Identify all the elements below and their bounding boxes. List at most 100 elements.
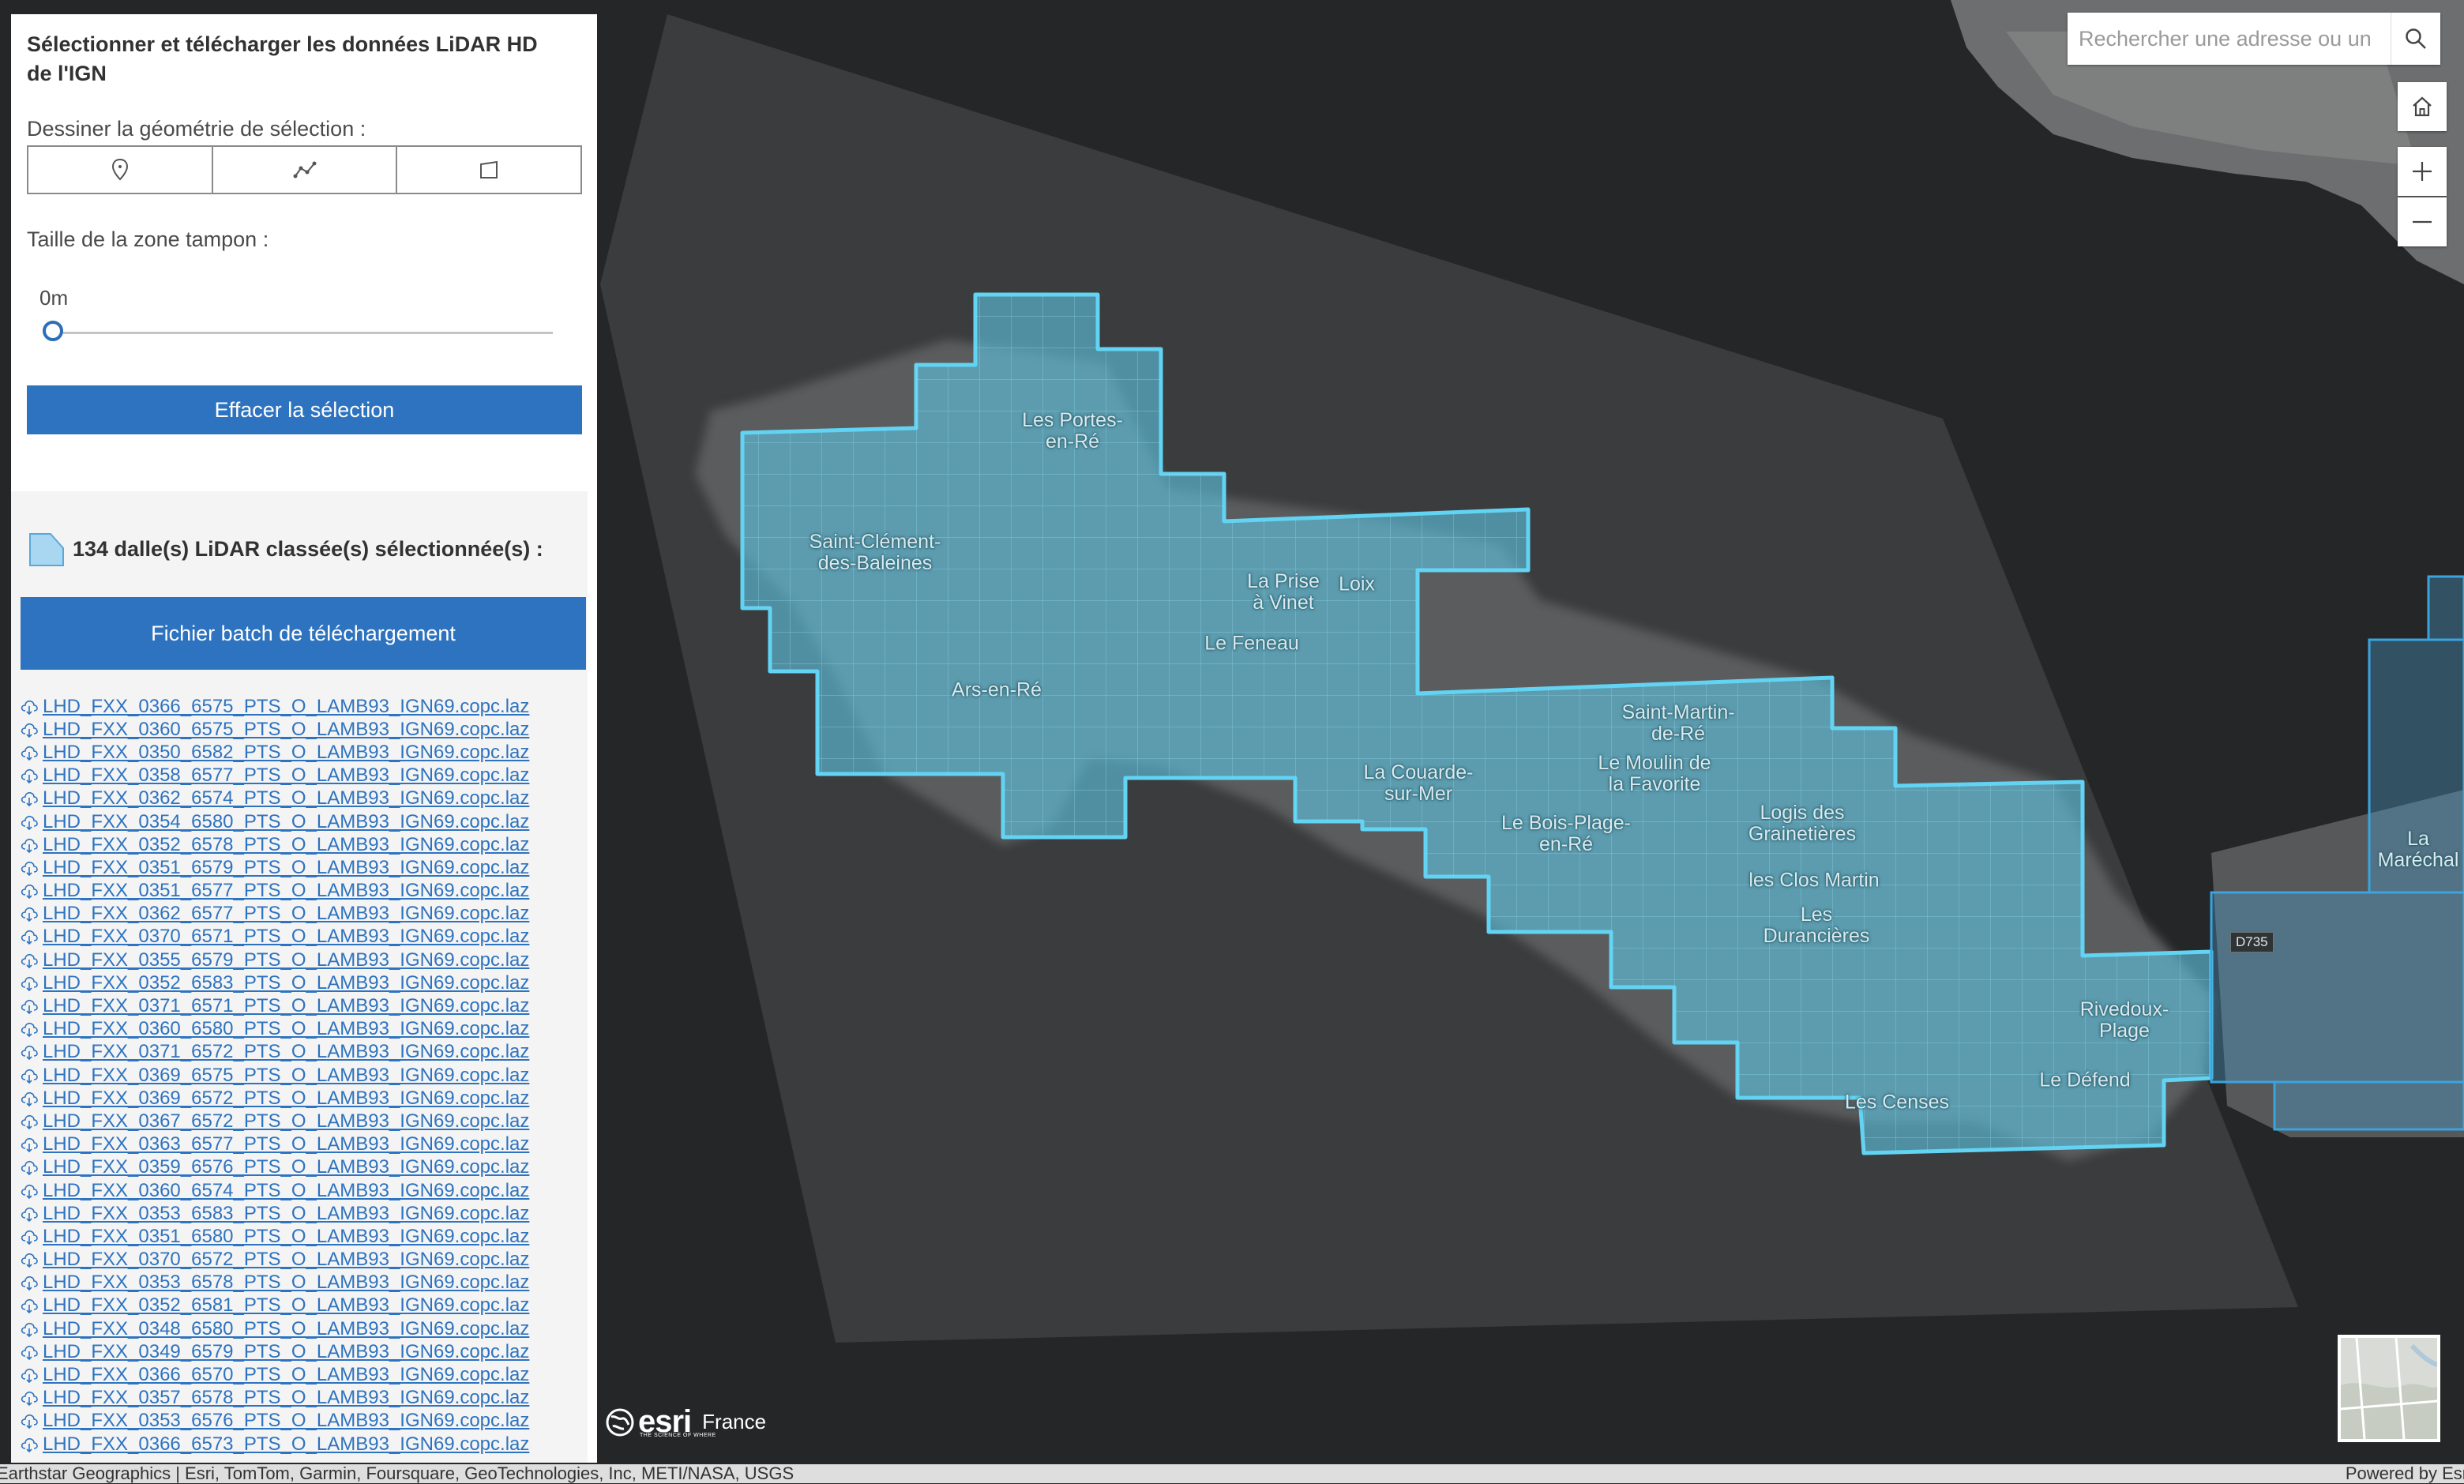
file-download-link[interactable]: LHD_FXX_0355_6579_PTS_O_LAMB93_IGN69.cop… [21,949,586,971]
file-name: LHD_FXX_0363_6577_PTS_O_LAMB93_IGN69.cop… [43,1133,530,1155]
esri-tagline: THE SCIENCE OF WHERE [640,1433,716,1438]
file-download-link[interactable]: LHD_FXX_0352_6581_PTS_O_LAMB93_IGN69.cop… [21,1294,586,1317]
place-label: Ars-en-Ré [952,678,1042,701]
file-download-link[interactable]: LHD_FXX_0360_6580_PTS_O_LAMB93_IGN69.cop… [21,1018,586,1041]
polygon-tool-icon [480,160,498,178]
esri-france-logo: esri THE SCIENCE OF WHERE France [605,1404,766,1440]
file-name: LHD_FXX_0366_6573_PTS_O_LAMB93_IGN69.cop… [43,1433,530,1455]
cloud-download-icon [21,746,38,761]
file-download-link[interactable]: LHD_FXX_0370_6572_PTS_O_LAMB93_IGN69.cop… [21,1249,586,1272]
buffer-slider-track[interactable] [55,332,553,334]
cloud-download-icon [21,1184,38,1199]
cloud-download-icon [21,769,38,784]
search-icon [2406,28,2426,49]
draw-geometry-label: Dessiner la géométrie de sélection : [27,117,366,141]
cloud-download-icon [21,885,38,900]
cloud-download-icon [21,1322,38,1337]
cloud-download-icon [21,861,38,876]
file-download-link[interactable]: LHD_FXX_0353_6576_PTS_O_LAMB93_IGN69.cop… [21,1410,586,1433]
cloud-download-icon [21,1437,38,1452]
file-download-link[interactable]: LHD_FXX_0357_6578_PTS_O_LAMB93_IGN69.cop… [21,1387,586,1410]
draw-point-button[interactable] [28,147,213,193]
powered-by[interactable]: Powered by Esri [2346,1463,2464,1484]
file-download-link[interactable]: LHD_FXX_0359_6576_PTS_O_LAMB93_IGN69.cop… [21,1156,586,1179]
cloud-download-icon [21,1046,38,1061]
file-download-link[interactable]: LHD_FXX_0366_6575_PTS_O_LAMB93_IGN69.cop… [21,695,586,718]
polyline-tool-icon [293,161,316,178]
cloud-download-icon [21,1392,38,1407]
place-label: Rivedoux- Plage [2079,998,2169,1042]
draw-polygon-button[interactable] [397,147,581,193]
zoom-out-button[interactable] [2398,197,2447,246]
cloud-download-icon [21,1414,38,1430]
file-name: LHD_FXX_0370_6572_PTS_O_LAMB93_IGN69.cop… [43,1249,530,1271]
plus-icon [2413,162,2432,181]
file-download-link[interactable]: LHD_FXX_0362_6577_PTS_O_LAMB93_IGN69.cop… [21,903,586,926]
file-name: LHD_FXX_0369_6575_PTS_O_LAMB93_IGN69.cop… [43,1064,530,1086]
batch-download-button[interactable]: Fichier batch de téléchargement [21,597,586,670]
buffer-slider-thumb[interactable] [43,321,63,341]
file-download-link[interactable]: LHD_FXX_0369_6572_PTS_O_LAMB93_IGN69.cop… [21,1087,586,1110]
file-download-link[interactable]: LHD_FXX_0366_6570_PTS_O_LAMB93_IGN69.cop… [21,1363,586,1386]
file-download-link[interactable]: LHD_FXX_0369_6575_PTS_O_LAMB93_IGN69.cop… [21,1064,586,1087]
attribution-text[interactable]: Earthstar Geographics | Esri, TomTom, Ga… [0,1463,794,1484]
place-label: La Maréchal [2377,828,2459,871]
place-label: Saint-Martin- de-Ré [1621,701,1735,745]
cloud-download-icon [21,999,38,1015]
file-name: LHD_FXX_0362_6577_PTS_O_LAMB93_IGN69.cop… [43,903,530,925]
file-name: LHD_FXX_0348_6580_PTS_O_LAMB93_IGN69.cop… [43,1317,530,1339]
attribution-bar: Earthstar Geographics | Esri, TomTom, Ga… [0,1463,2464,1484]
file-download-link[interactable]: LHD_FXX_0353_6583_PTS_O_LAMB93_IGN69.cop… [21,1202,586,1225]
file-download-link[interactable]: LHD_FXX_0362_6574_PTS_O_LAMB93_IGN69.cop… [21,787,586,810]
cloud-download-icon [21,1276,38,1291]
file-download-link[interactable]: LHD_FXX_0352_6583_PTS_O_LAMB93_IGN69.cop… [21,971,586,994]
file-download-link[interactable]: LHD_FXX_0360_6574_PTS_O_LAMB93_IGN69.cop… [21,1179,586,1202]
file-download-link[interactable]: LHD_FXX_0348_6580_PTS_O_LAMB93_IGN69.cop… [21,1317,586,1340]
cloud-download-icon [21,700,38,715]
search-input[interactable] [2068,13,2391,65]
file-name: LHD_FXX_0354_6580_PTS_O_LAMB93_IGN69.cop… [43,810,530,832]
cloud-download-icon [21,930,38,945]
file-download-link[interactable]: LHD_FXX_0366_6573_PTS_O_LAMB93_IGN69.cop… [21,1433,586,1456]
buffer-size-label: Taille de la zone tampon : [27,227,269,251]
zoom-in-button[interactable] [2398,147,2447,196]
place-label: Les Censes [1844,1091,1950,1114]
file-download-link[interactable]: LHD_FXX_0358_6577_PTS_O_LAMB93_IGN69.cop… [21,765,586,787]
file-download-link[interactable]: LHD_FXX_0371_6572_PTS_O_LAMB93_IGN69.cop… [21,1041,586,1064]
file-name: LHD_FXX_0355_6579_PTS_O_LAMB93_IGN69.cop… [43,949,530,971]
cloud-download-icon [21,1207,38,1222]
place-label: La Couarde- sur-Mer [1363,761,1474,805]
draw-polyline-button[interactable] [212,147,398,193]
file-download-link[interactable]: LHD_FXX_0371_6571_PTS_O_LAMB93_IGN69.cop… [21,994,586,1017]
file-name: LHD_FXX_0351_6579_PTS_O_LAMB93_IGN69.cop… [43,856,530,878]
cloud-download-icon [21,1345,38,1360]
file-download-link[interactable]: LHD_FXX_0367_6572_PTS_O_LAMB93_IGN69.cop… [21,1110,586,1133]
file-download-link[interactable]: LHD_FXX_0349_6579_PTS_O_LAMB93_IGN69.cop… [21,1340,586,1363]
file-download-link[interactable]: LHD_FXX_0353_6578_PTS_O_LAMB93_IGN69.cop… [21,1272,586,1294]
file-name: LHD_FXX_0353_6576_PTS_O_LAMB93_IGN69.cop… [43,1410,530,1432]
results-section: 134 dalle(s) LiDAR classée(s) sélectionn… [11,491,588,1463]
place-label: Le Feneau [1204,632,1299,655]
file-name: LHD_FXX_0369_6572_PTS_O_LAMB93_IGN69.cop… [43,1087,530,1109]
file-list: LHD_FXX_0366_6575_PTS_O_LAMB93_IGN69.cop… [21,695,586,1456]
file-download-link[interactable]: LHD_FXX_0352_6578_PTS_O_LAMB93_IGN69.cop… [21,833,586,856]
file-download-link[interactable]: LHD_FXX_0351_6580_PTS_O_LAMB93_IGN69.cop… [21,1225,586,1248]
cloud-download-icon [21,1368,38,1384]
basemap-toggle[interactable] [2338,1335,2440,1442]
file-download-link[interactable]: LHD_FXX_0351_6579_PTS_O_LAMB93_IGN69.cop… [21,856,586,879]
file-download-link[interactable]: LHD_FXX_0350_6582_PTS_O_LAMB93_IGN69.cop… [21,741,586,764]
file-download-link[interactable]: LHD_FXX_0351_6577_PTS_O_LAMB93_IGN69.cop… [21,880,586,903]
cloud-download-icon [21,723,38,738]
file-name: LHD_FXX_0350_6582_PTS_O_LAMB93_IGN69.cop… [43,741,530,763]
home-button[interactable] [2398,82,2447,131]
search-button[interactable] [2391,13,2440,65]
file-download-link[interactable]: LHD_FXX_0370_6571_PTS_O_LAMB93_IGN69.cop… [21,926,586,949]
road-badge: D735 [2230,932,2274,952]
cloud-download-icon [21,1138,38,1153]
clear-selection-button[interactable]: Effacer la sélection [27,385,582,434]
file-download-link[interactable]: LHD_FXX_0354_6580_PTS_O_LAMB93_IGN69.cop… [21,810,586,833]
place-label: Loix [1339,573,1375,595]
file-download-link[interactable]: LHD_FXX_0363_6577_PTS_O_LAMB93_IGN69.cop… [21,1133,586,1156]
file-download-link[interactable]: LHD_FXX_0360_6575_PTS_O_LAMB93_IGN69.cop… [21,718,586,741]
esri-country: France [702,1410,767,1433]
